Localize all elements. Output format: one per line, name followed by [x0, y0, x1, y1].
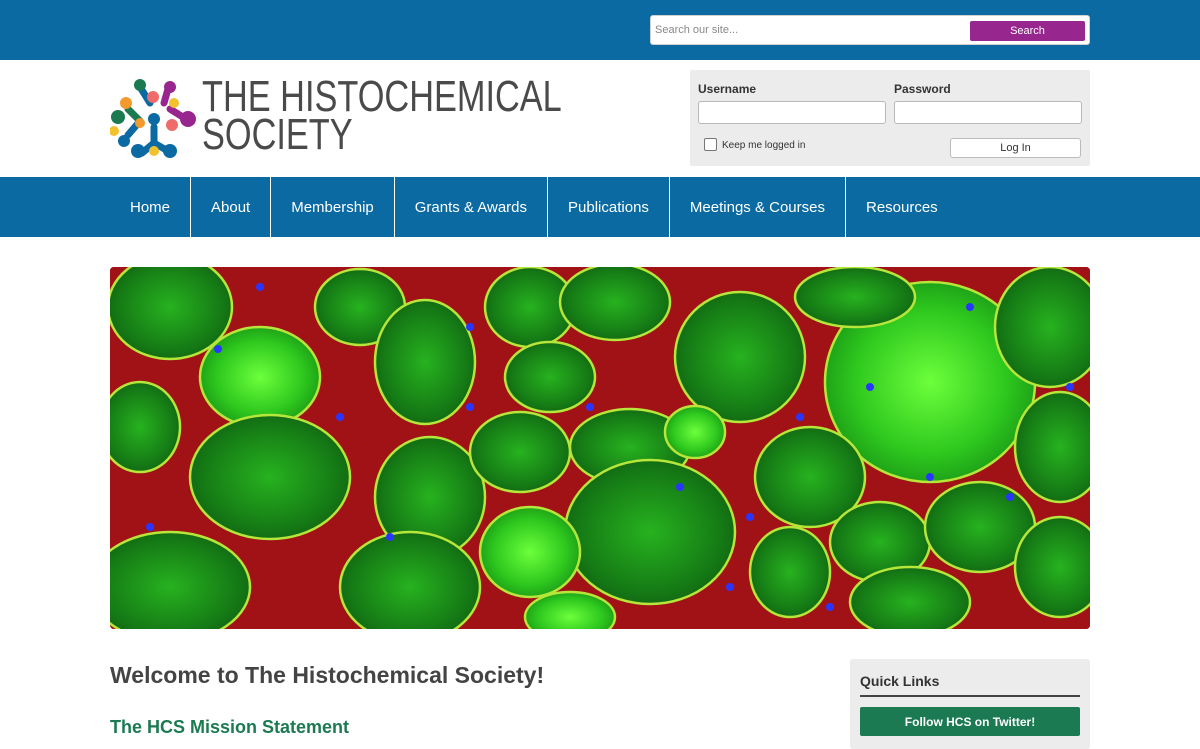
username-field[interactable]	[698, 101, 886, 124]
password-label: Password	[894, 82, 951, 96]
nav-item-resources[interactable]: Resources	[846, 177, 958, 237]
mission-statement-heading: The HCS Mission Statement	[110, 717, 350, 737]
quick-links-panel: Quick Links Follow HCS on Twitter!	[850, 659, 1090, 749]
hero-micrograph-image	[110, 267, 1090, 629]
nav-item-publications[interactable]: Publications	[548, 177, 670, 237]
logo-line-2: SOCIETY	[202, 110, 353, 159]
quick-links-title: Quick Links	[860, 673, 940, 689]
main-nav: Home About Membership Grants & Awards Pu…	[0, 177, 1200, 237]
nav-item-meetings-courses[interactable]: Meetings & Courses	[670, 177, 846, 237]
search-form: Search	[650, 15, 1090, 45]
quick-links-divider	[860, 695, 1080, 697]
search-input[interactable]	[653, 18, 965, 42]
welcome-heading: Welcome to The Histochemical Society!	[110, 662, 545, 688]
search-button[interactable]: Search	[970, 21, 1085, 41]
society-logo-icon[interactable]	[110, 79, 196, 159]
keep-logged-in-label: Keep me logged in	[722, 140, 806, 151]
site-logo-text[interactable]: THE HISTOCHEMICAL SOCIETY	[202, 75, 562, 159]
login-button[interactable]: Log In	[950, 138, 1081, 158]
password-field[interactable]	[894, 101, 1082, 124]
top-bar: Search	[0, 0, 1200, 60]
username-label: Username	[698, 82, 757, 96]
keep-logged-in-checkbox[interactable]	[704, 138, 717, 151]
nav-item-about[interactable]: About	[191, 177, 272, 237]
follow-twitter-button[interactable]: Follow HCS on Twitter!	[860, 707, 1080, 736]
nav-item-membership[interactable]: Membership	[271, 177, 395, 237]
nav-item-grants-awards[interactable]: Grants & Awards	[395, 177, 549, 237]
login-panel: Username Password Keep me logged in Log …	[690, 70, 1090, 166]
nav-item-home[interactable]: Home	[110, 177, 192, 237]
